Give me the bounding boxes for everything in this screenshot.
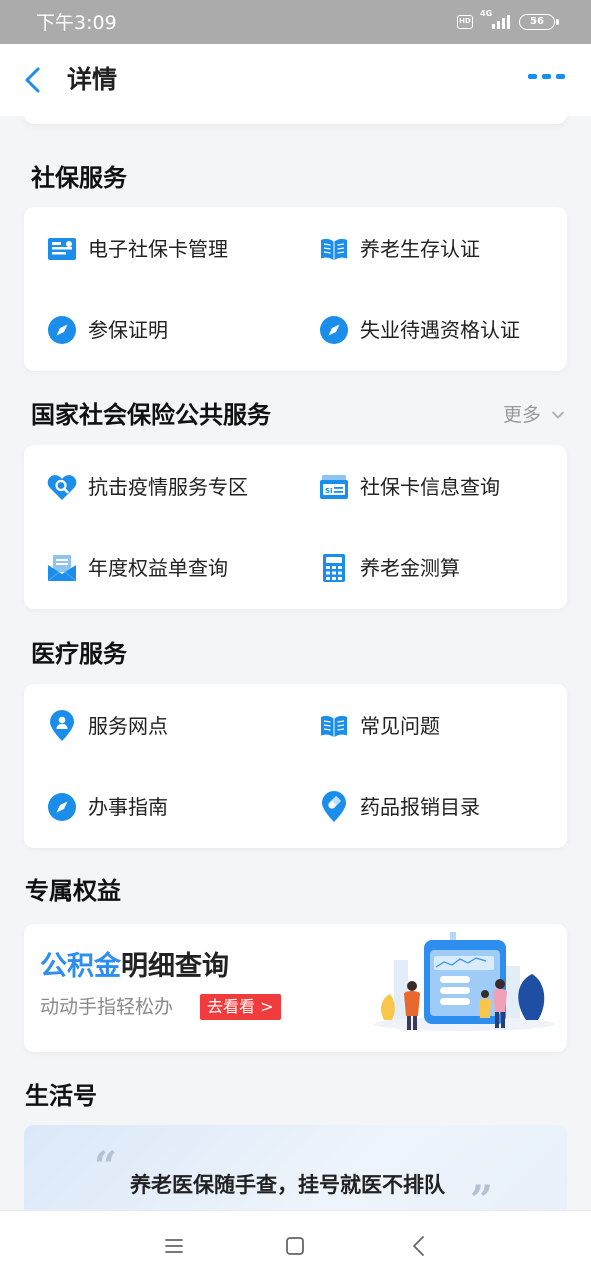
life-slogan: 养老医保随手查，挂号就医不排队 (130, 1173, 445, 1197)
section-title-national-public-service: 国家社会保险公共服务 (31, 401, 271, 429)
system-back-button[interactable] (406, 1233, 432, 1259)
housing-fund-banner[interactable]: 公积金明细查询 动动手指轻松办 去看看 > (24, 924, 567, 1052)
banner-title: 公积金明细查询 (40, 950, 229, 984)
section-title-exclusive: 专属权益 (25, 877, 121, 905)
network-type-label: 4G (480, 9, 493, 18)
service-epidemic-zone[interactable]: 抗击疫情服务专区 (46, 467, 248, 507)
compass-icon (46, 314, 78, 346)
service-label: 养老金测算 (360, 556, 460, 580)
service-label: 服务网点 (88, 714, 168, 738)
banner-go-button[interactable]: 去看看 > (200, 994, 281, 1020)
banner-illustration (374, 932, 554, 1031)
card-icon (318, 471, 350, 503)
location-person-icon (46, 710, 78, 742)
service-service-outlets[interactable]: 服务网点 (46, 706, 168, 746)
compass-icon (318, 314, 350, 346)
service-label: 参保证明 (88, 318, 168, 342)
home-square-icon (286, 1237, 304, 1255)
status-icons: HD 4G 56 (457, 9, 559, 31)
dot (528, 74, 537, 79)
system-nav-bar (0, 1210, 591, 1280)
more-label: 更多 (502, 404, 541, 426)
section-title-social-security: 社保服务 (31, 164, 127, 192)
document-icon (46, 552, 78, 584)
back-triangle-icon (413, 1236, 424, 1256)
book-icon (318, 233, 350, 265)
previous-card (24, 110, 567, 124)
service-pension-calculator[interactable]: 养老金测算 (318, 548, 460, 588)
more-link[interactable]: 更多 (503, 403, 565, 427)
pill-location-icon (318, 791, 350, 823)
home-button[interactable] (282, 1233, 308, 1259)
service-label: 社保卡信息查询 (360, 475, 500, 499)
service-annual-statement-query[interactable]: 年度权益单查询 (46, 548, 228, 588)
service-pension-survival-verification[interactable]: 养老生存认证 (318, 229, 480, 269)
social-security-card: 电子社保卡管理 养老生存认证 参保证明 失业待遇资格认证 (24, 207, 567, 371)
menu-icon (165, 1239, 183, 1253)
chevron-left-icon (25, 67, 40, 93)
dot (556, 74, 565, 79)
banner-subtitle: 动动手指轻松办 (40, 996, 174, 1018)
service-drug-reimbursement-list[interactable]: 药品报销目录 (318, 787, 480, 827)
page-title: 详情 (67, 65, 118, 94)
back-button[interactable] (20, 66, 48, 94)
menu-button[interactable] (161, 1233, 187, 1259)
hd-icon: HD (457, 15, 473, 29)
book-icon (318, 710, 350, 742)
service-label: 电子社保卡管理 (88, 237, 228, 261)
service-label: 药品报销目录 (360, 795, 480, 819)
more-options-button[interactable] (528, 74, 565, 79)
quote-open-mark: “ (94, 1143, 118, 1190)
nav-bar: 详情 (0, 44, 591, 116)
service-guide[interactable]: 办事指南 (46, 787, 168, 827)
service-insurance-certificate[interactable]: 参保证明 (46, 310, 168, 350)
service-label: 常见问题 (360, 714, 440, 738)
life-account-card[interactable]: “ 养老医保随手查，挂号就医不排队 ” (24, 1125, 567, 1215)
chevron-down-icon (552, 411, 564, 419)
heart-search-icon (46, 471, 78, 503)
service-label: 抗击疫情服务专区 (88, 475, 248, 499)
banner-title-rest: 明细查询 (121, 951, 229, 982)
national-public-service-card: 抗击疫情服务专区 社保卡信息查询 年度权益单查询 养老金测算 (24, 445, 567, 609)
service-label: 失业待遇资格认证 (360, 318, 520, 342)
service-label: 年度权益单查询 (88, 556, 228, 580)
service-faq[interactable]: 常见问题 (318, 706, 440, 746)
compass-icon (46, 791, 78, 823)
service-label: 办事指南 (88, 795, 168, 819)
service-unemployment-qualification[interactable]: 失业待遇资格认证 (318, 310, 520, 350)
ecard-icon (46, 233, 78, 265)
service-label: 养老生存认证 (360, 237, 480, 261)
signal-icon: 4G (480, 9, 512, 31)
section-title-medical: 医疗服务 (31, 640, 127, 668)
section-title-life: 生活号 (25, 1082, 97, 1110)
status-time: 下午3:09 (36, 12, 117, 34)
service-ecard-management[interactable]: 电子社保卡管理 (46, 229, 228, 269)
battery-icon: 56 (519, 14, 559, 30)
calculator-icon (318, 552, 350, 584)
dot (542, 74, 551, 79)
service-card-info-query[interactable]: 社保卡信息查询 (318, 467, 500, 507)
banner-title-accent: 公积金 (40, 951, 121, 982)
medical-service-card: 服务网点 常见问题 办事指南 药品报销目录 (24, 684, 567, 848)
status-bar: 下午3:09 HD 4G 56 (0, 0, 591, 44)
